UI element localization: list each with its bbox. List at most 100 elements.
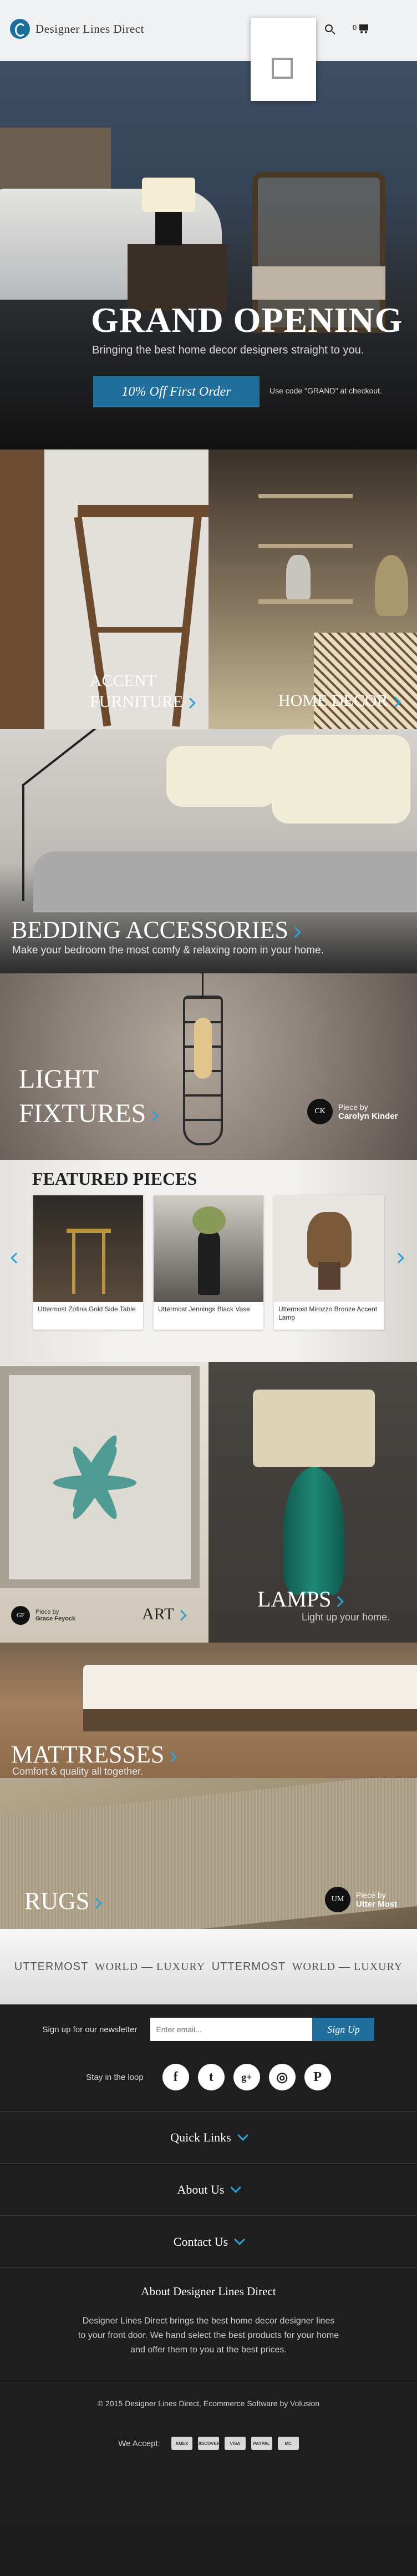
rugs-text: RUGS bbox=[24, 1887, 90, 1915]
menu-placeholder-icon bbox=[272, 58, 293, 79]
credit-prefix: Piece by bbox=[356, 1890, 386, 1900]
paypal-icon: PAYPAL bbox=[251, 2437, 272, 2450]
vase bbox=[198, 1229, 220, 1295]
featured-card[interactable]: Uttermost Jennings Black Vase bbox=[154, 1195, 263, 1330]
vase-image bbox=[286, 555, 311, 599]
chevron-right-icon bbox=[166, 1751, 177, 1762]
lamp-shade-image bbox=[142, 178, 195, 212]
dropdown-menu-card[interactable] bbox=[251, 18, 316, 101]
accordion-title: Contact Us bbox=[173, 2234, 228, 2249]
hero-banner: GRAND OPENING Bringing the best home dec… bbox=[0, 61, 417, 449]
accordion-title: About Us bbox=[177, 2182, 225, 2196]
brand-logo[interactable]: UTTERMOST bbox=[14, 1961, 88, 1973]
lamp-body bbox=[307, 1212, 352, 1267]
hero-subtitle: Bringing the best home decor designers s… bbox=[92, 344, 364, 356]
product-image bbox=[274, 1195, 384, 1302]
art-label: ART bbox=[142, 1605, 187, 1624]
quick-links-accordion[interactable]: Quick Links bbox=[0, 2111, 417, 2163]
chair-seat-image bbox=[252, 266, 385, 300]
about-text: Designer Lines Direct brings the best ho… bbox=[78, 2316, 339, 2355]
about-title: About Designer Lines Direct bbox=[141, 2285, 276, 2298]
bedding-title-text: BEDDING ACCESSORIES bbox=[11, 916, 288, 943]
cart-icon[interactable] bbox=[359, 24, 368, 33]
sign-up-button[interactable]: Sign Up bbox=[312, 2018, 375, 2041]
pinterest-icon[interactable]: P bbox=[304, 2064, 331, 2090]
art-lamps-section: GF Piece by Grace Feyock ART LAMPS Light … bbox=[0, 1362, 417, 1643]
brand-logo[interactable]: WORLD — LUXURY bbox=[292, 1961, 403, 1973]
promo-code-note: Use code "GRAND" at checkout. bbox=[269, 386, 382, 395]
designer-credit: UM Piece by Utter Most bbox=[325, 1887, 397, 1912]
lamp-image bbox=[375, 555, 408, 616]
chevron-down-icon bbox=[234, 2234, 246, 2245]
light-fixtures-tile[interactable]: LIGHT FIXTURES CK Piece by Carolyn Kinder bbox=[0, 973, 417, 1160]
brand-logo[interactable]: UTTERMOST bbox=[212, 1961, 286, 1973]
carousel-next-icon[interactable] bbox=[393, 1252, 404, 1264]
shelf bbox=[258, 599, 353, 604]
lamps-title: LAMPS bbox=[257, 1586, 344, 1612]
first-order-discount-button[interactable]: 10% Off First Order bbox=[93, 376, 260, 407]
brand-logo[interactable]: WORLD — LUXURY bbox=[95, 1961, 206, 1973]
social-label: Stay in the loop bbox=[86, 2072, 144, 2082]
rugs-title: RUGS bbox=[24, 1887, 103, 1915]
search-icon[interactable] bbox=[325, 24, 333, 32]
bedding-accessories-tile[interactable]: BEDDING ACCESSORIES Make your bedroom th… bbox=[0, 729, 417, 973]
lamp-base bbox=[318, 1262, 340, 1290]
chevron-right-icon bbox=[389, 696, 401, 708]
twitter-icon[interactable]: t bbox=[197, 2064, 225, 2090]
contact-us-accordion[interactable]: Contact Us bbox=[0, 2215, 417, 2267]
designer-credit: GF Piece by Grace Feyock bbox=[11, 1606, 75, 1625]
light-label-line: LIGHT bbox=[19, 1064, 99, 1094]
home-decor-tile[interactable]: HOME DECOR bbox=[208, 449, 417, 729]
newsletter-label: Sign up for our newsletter bbox=[42, 2024, 138, 2034]
mattresses-text: MATTRESSES bbox=[11, 1741, 165, 1768]
featured-card[interactable]: Uttermost Mirozzo Bronze Accent Lamp bbox=[274, 1195, 384, 1330]
rugs-tile[interactable]: RUGS UM Piece by Utter Most bbox=[0, 1778, 417, 1929]
art-tile[interactable]: GF Piece by Grace Feyock ART bbox=[0, 1362, 208, 1643]
product-name: Uttermost Jennings Black Vase bbox=[158, 1305, 250, 1313]
brand-strip: UTTERMOST WORLD — LUXURY UTTERMOST WORLD… bbox=[0, 1929, 417, 2004]
logo[interactable]: Designer Lines Direct bbox=[10, 19, 144, 39]
bedding-title: BEDDING ACCESSORIES bbox=[11, 916, 301, 944]
carousel-prev-icon[interactable] bbox=[11, 1252, 22, 1264]
fixtures-label-line: FIXTURES bbox=[19, 1099, 146, 1128]
accent-label-line: ACCENT bbox=[90, 671, 156, 690]
instagram-icon[interactable]: ◎ bbox=[268, 2064, 296, 2090]
chevron-down-icon bbox=[237, 2129, 248, 2141]
logo-text: Designer Lines Direct bbox=[35, 22, 144, 36]
featured-card[interactable]: Uttermost Zofina Gold Side Table bbox=[33, 1195, 143, 1330]
facebook-icon[interactable]: f bbox=[162, 2064, 189, 2090]
bed-frame-image bbox=[83, 1709, 417, 1731]
framed-art-image bbox=[0, 1366, 200, 1588]
mattresses-subtitle: Comfort & quality all together. bbox=[12, 1766, 144, 1777]
accent-furniture-label: ACCENT FURNITURE bbox=[90, 670, 196, 713]
google-plus-icon[interactable]: g+ bbox=[233, 2064, 260, 2090]
site-footer: Sign up for our newsletter Sign Up Stay … bbox=[0, 2004, 417, 2529]
mattresses-title: MATTRESSES bbox=[11, 1740, 177, 1769]
art-text: ART bbox=[142, 1605, 175, 1623]
amex-icon: AMEX bbox=[171, 2437, 192, 2450]
bulb-image bbox=[194, 1018, 212, 1079]
lamps-text: LAMPS bbox=[257, 1587, 332, 1612]
discover-icon: DISCOVER bbox=[197, 2437, 220, 2450]
chevron-down-icon bbox=[230, 2181, 242, 2193]
designer-name: Carolyn Kinder bbox=[338, 1111, 398, 1121]
accent-furniture-tile[interactable]: ACCENT FURNITURE bbox=[0, 449, 208, 729]
bedding-subtitle: Make your bedroom the most comfy & relax… bbox=[12, 944, 324, 956]
shelf bbox=[258, 494, 353, 498]
art-petal bbox=[67, 1432, 123, 1512]
social-links: Stay in the loop f t g+ ◎ P bbox=[0, 2054, 417, 2100]
mattresses-tile[interactable]: MATTRESSES Comfort & quality all togethe… bbox=[0, 1643, 417, 1778]
mattress-image bbox=[83, 1665, 417, 1715]
about-us-accordion[interactable]: About Us bbox=[0, 2163, 417, 2215]
lamp-shade-image bbox=[253, 1390, 375, 1467]
zebra-chair-image bbox=[314, 633, 417, 729]
cart-count[interactable]: 0 bbox=[353, 23, 357, 32]
home-decor-label: HOME DECOR bbox=[278, 691, 401, 710]
designer-badge: UM bbox=[325, 1887, 350, 1912]
designer-credit: CK Piece by Carolyn Kinder bbox=[307, 1099, 398, 1124]
email-input[interactable] bbox=[150, 2018, 313, 2041]
pillow-image bbox=[166, 746, 277, 807]
designer-name: Utter Most bbox=[356, 1899, 398, 1909]
lamps-tile[interactable]: LAMPS Light up your home. bbox=[208, 1362, 417, 1643]
floor-lamp-image bbox=[22, 785, 24, 901]
